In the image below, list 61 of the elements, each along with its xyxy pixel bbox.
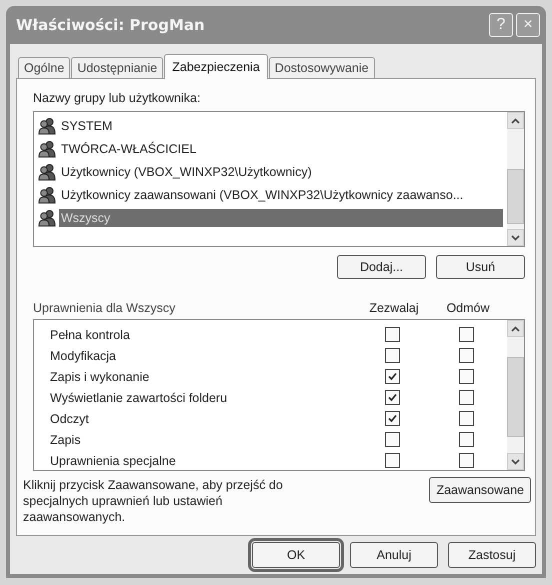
chevron-down-icon (511, 234, 520, 240)
advanced-button[interactable]: Zaawansowane (429, 477, 531, 503)
column-header: Zezwalaj (368, 301, 420, 315)
advanced-hint: Kliknij przycisk Zaawansowane, aby przejść do specjalnych uprawnień lub ustawień zaawansowanych. (23, 477, 284, 525)
remove-button[interactable]: Usuń (436, 255, 525, 279)
users-icon (38, 208, 56, 226)
user-item[interactable]: SYSTEM (59, 116, 114, 134)
users-icon (38, 186, 56, 204)
chevron-down-icon (511, 458, 520, 464)
deny-checkbox[interactable] (458, 453, 474, 468)
scroll-down-button[interactable] (507, 453, 524, 470)
users-icon (38, 162, 56, 180)
allow-checkbox[interactable] (384, 453, 400, 468)
deny-checkbox[interactable] (458, 348, 474, 363)
cancel-button[interactable]: Anuluj (350, 542, 438, 568)
scroll-up-button[interactable] (507, 320, 524, 337)
allow-checkbox[interactable] (384, 327, 400, 342)
check-icon (388, 414, 396, 423)
check-icon (388, 372, 396, 381)
permission-name: Modyfikacja (50, 348, 117, 362)
permission-name: Uprawnienia specjalne (50, 454, 177, 468)
permission-name: Wyświetlanie zawartości folderu (50, 390, 228, 404)
permission-name: Zapis (50, 432, 82, 446)
allow-checkbox[interactable] (384, 432, 400, 447)
allow-checkbox[interactable] (384, 390, 400, 405)
users-label: Nazwy grupy lub użytkownika: (33, 91, 202, 105)
tab[interactable]: Udostępnianie (71, 57, 164, 78)
apply-button[interactable]: Zastosuj (448, 542, 536, 568)
deny-checkbox[interactable] (458, 327, 474, 342)
user-item[interactable]: Wszyscy (59, 208, 503, 226)
scrollbar[interactable] (507, 320, 524, 470)
permission-name: Odczyt (50, 412, 90, 426)
allow-checkbox[interactable] (384, 348, 400, 363)
user-item[interactable]: Użytkownicy (VBOX_WINXP32\Użytkownicy) (59, 162, 314, 180)
tab[interactable]: Zabezpieczenia (164, 54, 268, 79)
chevron-up-icon (511, 118, 520, 124)
users-icon (38, 116, 56, 134)
users-icon (38, 140, 56, 158)
permissions-label: Uprawnienia dla Wszyscy (33, 301, 176, 315)
scroll-thumb[interactable] (507, 169, 524, 224)
scrollbar[interactable] (507, 112, 524, 246)
check-icon (388, 393, 396, 402)
scroll-down-button[interactable] (507, 229, 524, 246)
user-item[interactable]: TWÓRCA-WŁAŚCICIEL (59, 140, 198, 158)
deny-checkbox[interactable] (458, 390, 474, 405)
deny-checkbox[interactable] (458, 369, 474, 384)
allow-checkbox[interactable] (384, 369, 400, 384)
user-item[interactable]: Użytkownicy zaawansowani (VBOX_WINXP32\Użytkownicy zaawanso... (59, 186, 466, 204)
add-button[interactable]: Dodaj... (337, 255, 426, 279)
tab[interactable]: Dostosowywanie (268, 57, 375, 78)
scroll-thumb[interactable] (507, 357, 524, 437)
chevron-up-icon (511, 326, 520, 332)
permission-name: Zapis i wykonanie (50, 370, 150, 384)
deny-checkbox[interactable] (458, 432, 474, 447)
permission-name: Pełna kontrola (50, 328, 131, 342)
tab[interactable]: Ogólne (18, 57, 70, 78)
scroll-up-button[interactable] (507, 112, 524, 129)
deny-checkbox[interactable] (458, 411, 474, 426)
window-title: Właściwości: ProgMan (16, 16, 205, 34)
allow-checkbox[interactable] (384, 411, 400, 426)
column-header: Odmów (445, 301, 491, 315)
